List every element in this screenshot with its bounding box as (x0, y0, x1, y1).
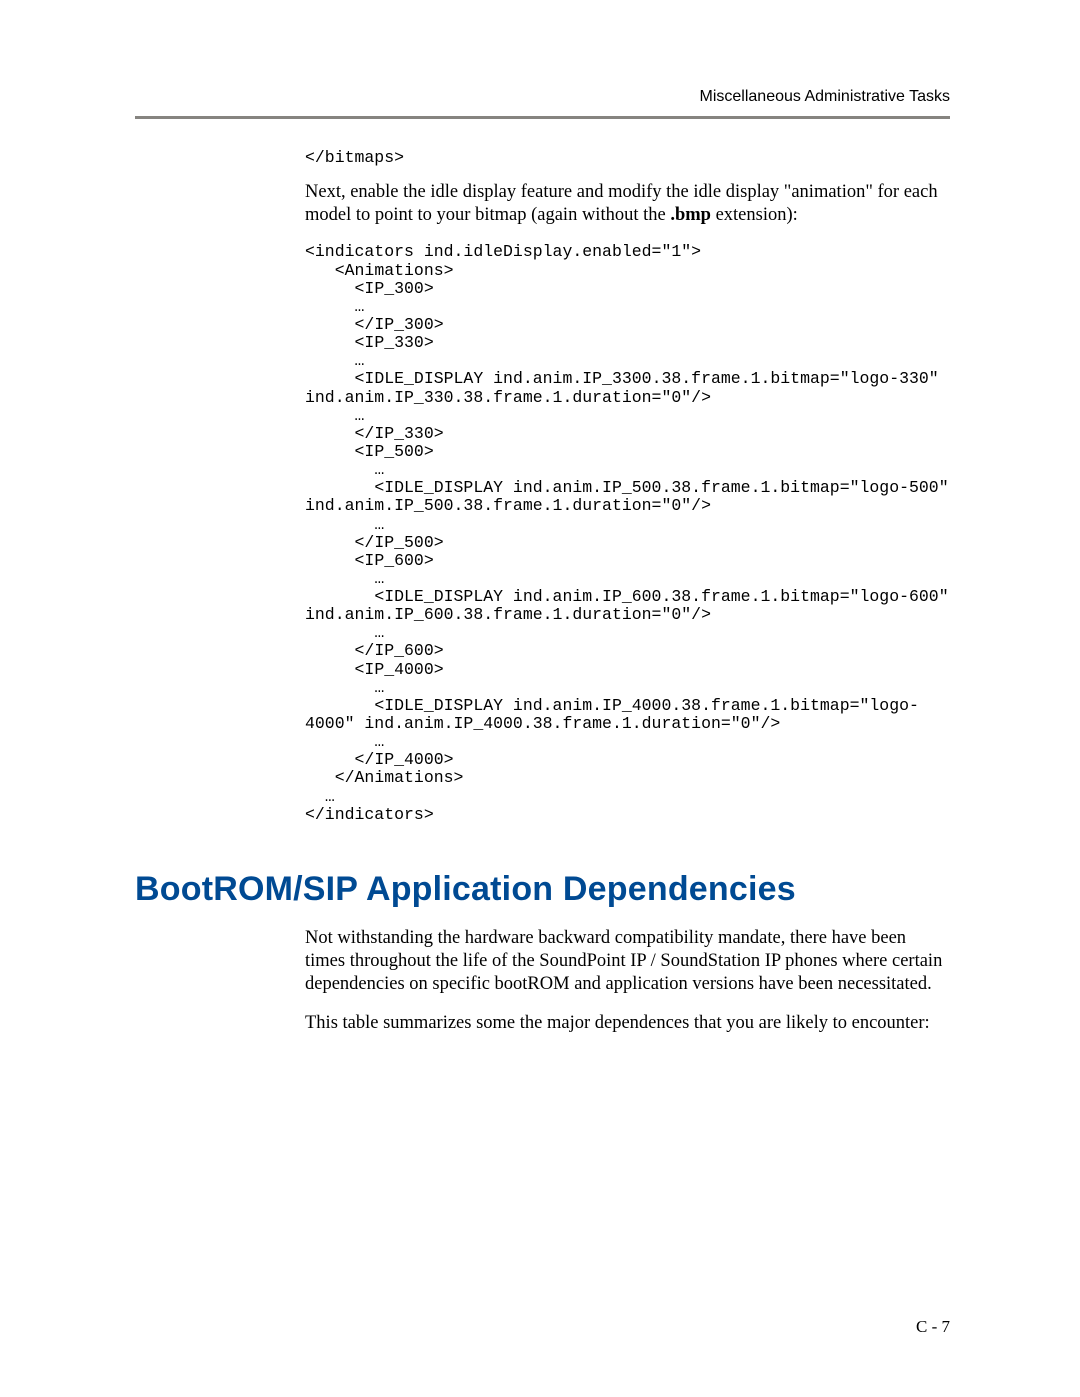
running-header: Miscellaneous Administrative Tasks (135, 88, 950, 106)
para-enable-idle: Next, enable the idle display feature an… (305, 181, 950, 227)
header-rule (135, 116, 950, 119)
page-footer: C - 7 (916, 1317, 950, 1337)
page: Miscellaneous Administrative Tasks </bit… (0, 0, 1080, 1397)
running-title: Miscellaneous Administrative Tasks (700, 88, 950, 105)
para-not-withstanding: Not withstanding the hardware backward c… (305, 927, 950, 996)
para-enable-idle-pre: Next, enable the idle display feature an… (305, 182, 938, 225)
page-number: C - 7 (916, 1317, 950, 1336)
code-close-bitmaps: </bitmaps> (305, 149, 950, 167)
section-body: Not withstanding the hardware backward c… (305, 927, 950, 1036)
code-indicators: <indicators ind.idleDisplay.enabled="1">… (305, 243, 950, 824)
para-enable-idle-bold: .bmp (670, 205, 711, 225)
content-area: </bitmaps> Next, enable the idle display… (305, 149, 950, 824)
para-table-summarizes: This table summarizes some the major dep… (305, 1012, 950, 1035)
para-enable-idle-post: extension): (711, 205, 798, 225)
section-heading: BootROM/SIP Application Dependencies (135, 870, 950, 909)
